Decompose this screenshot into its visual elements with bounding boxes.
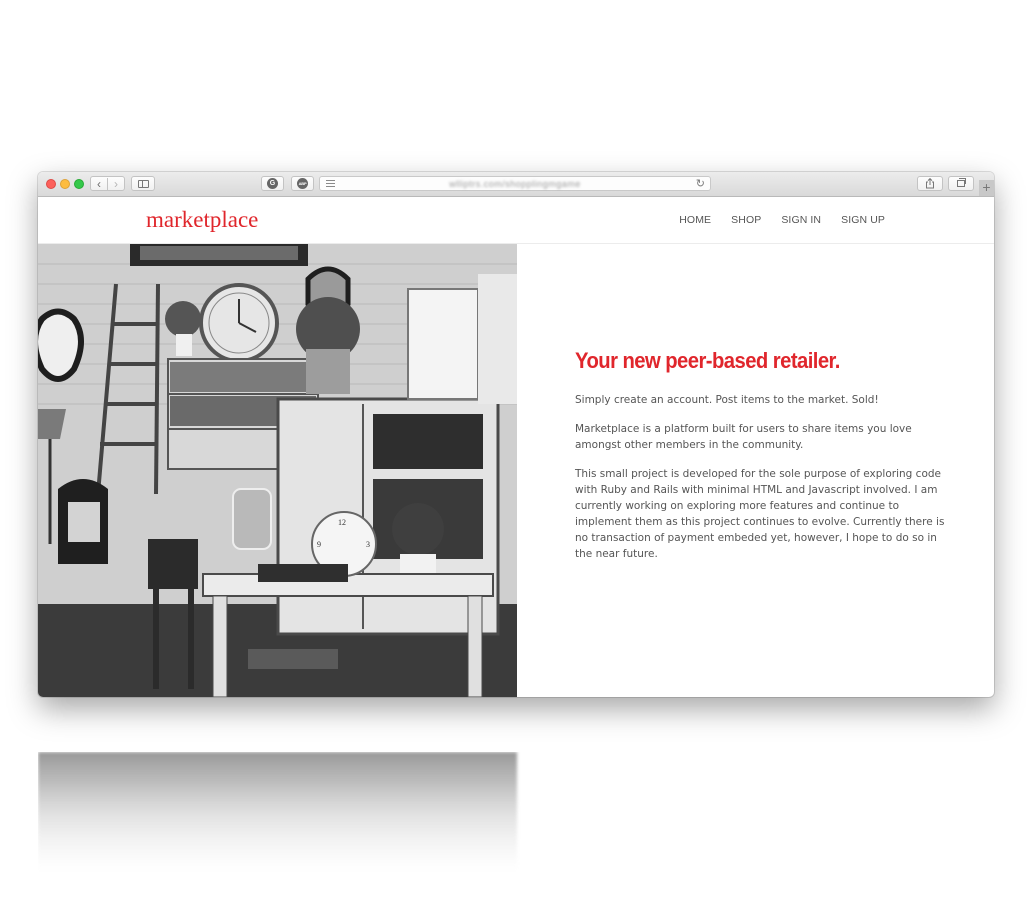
window-reflection [38,752,994,872]
grammarly-icon: G [267,178,278,189]
site-header: marketplace HOME SHOP SIGN IN SIGN UP [38,197,994,244]
hero-text: Your new peer-based retailer. Simply cre… [575,348,945,575]
minimize-window-button[interactable] [60,179,70,189]
new-tab-button[interactable]: + [979,180,994,196]
reload-icon[interactable]: ↻ [696,177,705,190]
tab-overview-icon [957,178,966,187]
browser-toolbar: ‹ › G ABP wlliptrs.com/shopplingmgame ↻ … [38,172,994,197]
nav-home-link[interactable]: HOME [679,214,711,226]
hero-paragraph-1: Simply create an account. Post items to … [575,394,879,406]
hero-title: Your new peer-based retailer. [575,348,840,373]
sidebar-icon [137,179,149,188]
nav-sign-up-link[interactable]: SIGN UP [841,214,885,226]
forward-icon[interactable]: › [107,177,124,190]
tab-overview-button[interactable] [948,176,974,191]
hero-paragraph-2: Marketplace is a platform built for user… [575,423,912,451]
back-icon[interactable]: ‹ [91,178,107,190]
nav-sign-in-link[interactable]: SIGN IN [781,214,821,226]
hero-paragraph-3: This small project is developed for the … [575,468,945,560]
clock-numeral-9: 9 [317,540,321,549]
nav-shop-link[interactable]: SHOP [731,214,761,226]
clock-numeral-12: 12 [338,518,346,527]
browser-window: ‹ › G ABP wlliptrs.com/shopplingmgame ↻ … [38,172,994,697]
adblock-extension-button[interactable]: ABP [291,176,314,191]
url-text: wlliptrs.com/shopplingmgame [449,179,581,189]
adblock-icon: ABP [297,178,308,189]
history-nav-group: ‹ › [90,176,125,191]
share-icon [926,178,934,189]
main-nav: HOME SHOP SIGN IN SIGN UP [679,214,885,226]
sidebar-toggle-button[interactable] [131,176,155,191]
address-bar[interactable]: wlliptrs.com/shopplingmgame ↻ [319,176,711,191]
reflection-photo [38,752,517,872]
close-window-button[interactable] [46,179,56,189]
site-logo[interactable]: marketplace [146,207,258,233]
antique-shop-photo-icon: 12 3 6 9 [38,244,517,697]
clock-numeral-3: 3 [366,540,370,549]
hero-photo: 12 3 6 9 [38,244,517,697]
share-button[interactable] [917,176,943,191]
grammarly-extension-button[interactable]: G [261,176,284,191]
zoom-window-button[interactable] [74,179,84,189]
